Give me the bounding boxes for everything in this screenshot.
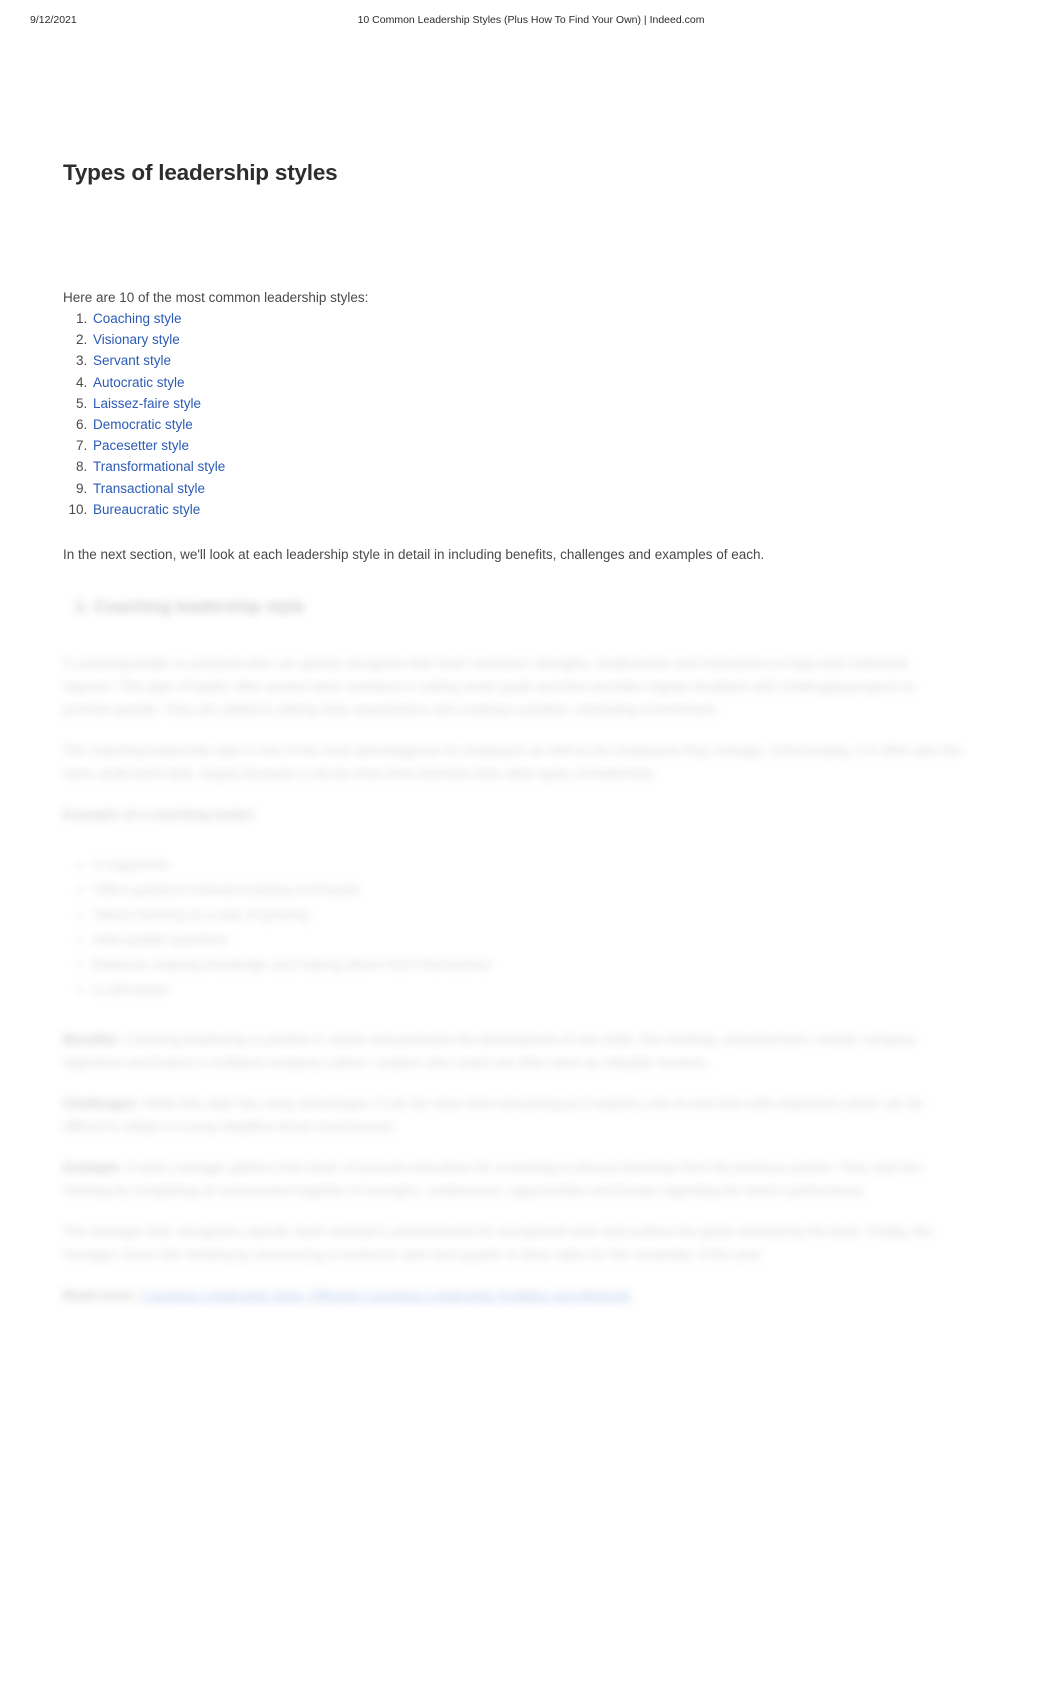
blurred-article-remainder: 1. Coaching leadership style A coaching … xyxy=(63,596,963,1376)
list-item[interactable]: Pacesetter style xyxy=(91,435,225,456)
blurred-label-benefits: Benefits: xyxy=(63,1032,121,1048)
list-item: Is self-aware xyxy=(93,977,963,1002)
blurred-challenges-text: While this style has many advantages, it… xyxy=(63,1096,924,1135)
list-item[interactable]: Democratic style xyxy=(91,414,225,435)
list-item[interactable]: Coaching style xyxy=(91,308,225,329)
page-title: Types of leadership styles xyxy=(63,160,338,185)
print-header-title: 10 Common Leadership Styles (Plus How To… xyxy=(357,14,705,26)
blurred-paragraph: The manager then recognizes specific tea… xyxy=(63,1224,933,1263)
list-item[interactable]: Servant style xyxy=(91,350,225,371)
list-item: Offers guidance instead of giving comman… xyxy=(93,877,963,902)
list-item[interactable]: Visionary style xyxy=(91,329,225,350)
blurred-paragraph: A coaching leader is someone who can qui… xyxy=(63,652,963,721)
blurred-section-heading: 1. Coaching leadership style xyxy=(75,597,305,616)
list-item[interactable]: Bureaucratic style xyxy=(91,499,225,520)
list-item: Values learning as a way of growing xyxy=(93,902,963,927)
blurred-benefits-text: Coaching leadership is positive in natur… xyxy=(63,1032,917,1071)
list-item[interactable]: Laissez-faire style xyxy=(91,393,225,414)
intro-text: Here are 10 of the most common leadershi… xyxy=(63,290,369,305)
style-link-coaching[interactable]: Coaching style xyxy=(93,311,182,326)
print-header: 9/12/2021 10 Common Leadership Styles (P… xyxy=(0,14,1062,30)
style-link-transactional[interactable]: Transactional style xyxy=(93,481,205,496)
list-item[interactable]: Autocratic style xyxy=(91,372,225,393)
style-link-servant[interactable]: Servant style xyxy=(93,353,171,368)
blurred-challenges-paragraph: Challenges: While this style has many ad… xyxy=(63,1092,963,1138)
blurred-example-text: A sales manager gathers their team of ac… xyxy=(63,1160,922,1199)
blurred-example-paragraph: Example: A sales manager gathers their t… xyxy=(63,1156,963,1202)
blurred-paragraph-text: A coaching leader is someone who can qui… xyxy=(63,656,915,718)
list-item: Balances relaying knowledge and helping … xyxy=(93,952,963,977)
blurred-label-challenges: Challenges: xyxy=(63,1096,140,1112)
blurred-benefits-paragraph: Benefits: Coaching leadership is positiv… xyxy=(63,1028,963,1074)
blurred-label-example: Example: xyxy=(63,1160,124,1176)
blurred-bullet-list: Is supportive Offers guidance instead of… xyxy=(63,852,963,1002)
blurred-read-more-paragraph: Read more: Coaching Leadership Style: Ef… xyxy=(63,1284,963,1307)
style-link-pacesetter[interactable]: Pacesetter style xyxy=(93,438,189,453)
style-link-laissez-faire[interactable]: Laissez-faire style xyxy=(93,396,201,411)
style-link-democratic[interactable]: Democratic style xyxy=(93,417,193,432)
list-item: Asks guided questions xyxy=(93,927,963,952)
style-link-bureaucratic[interactable]: Bureaucratic style xyxy=(93,502,200,517)
blurred-read-more-link[interactable]: Coaching Leadership Style: Effective Coa… xyxy=(141,1288,631,1303)
list-item[interactable]: Transformational style xyxy=(91,456,225,477)
style-link-autocratic[interactable]: Autocratic style xyxy=(93,375,185,390)
blurred-subheading: Example of a coaching leader: xyxy=(63,807,258,823)
leadership-styles-list: Coaching style Visionary style Servant s… xyxy=(63,308,225,520)
style-link-visionary[interactable]: Visionary style xyxy=(93,332,180,347)
style-link-transformational[interactable]: Transformational style xyxy=(93,459,225,474)
list-item: Is supportive xyxy=(93,852,963,877)
blurred-paragraph: The coaching leadership style is one of … xyxy=(63,743,962,782)
blurred-label-read-more: Read more: xyxy=(63,1288,138,1304)
list-item[interactable]: Transactional style xyxy=(91,478,225,499)
closing-paragraph: In the next section, we'll look at each … xyxy=(63,547,765,562)
